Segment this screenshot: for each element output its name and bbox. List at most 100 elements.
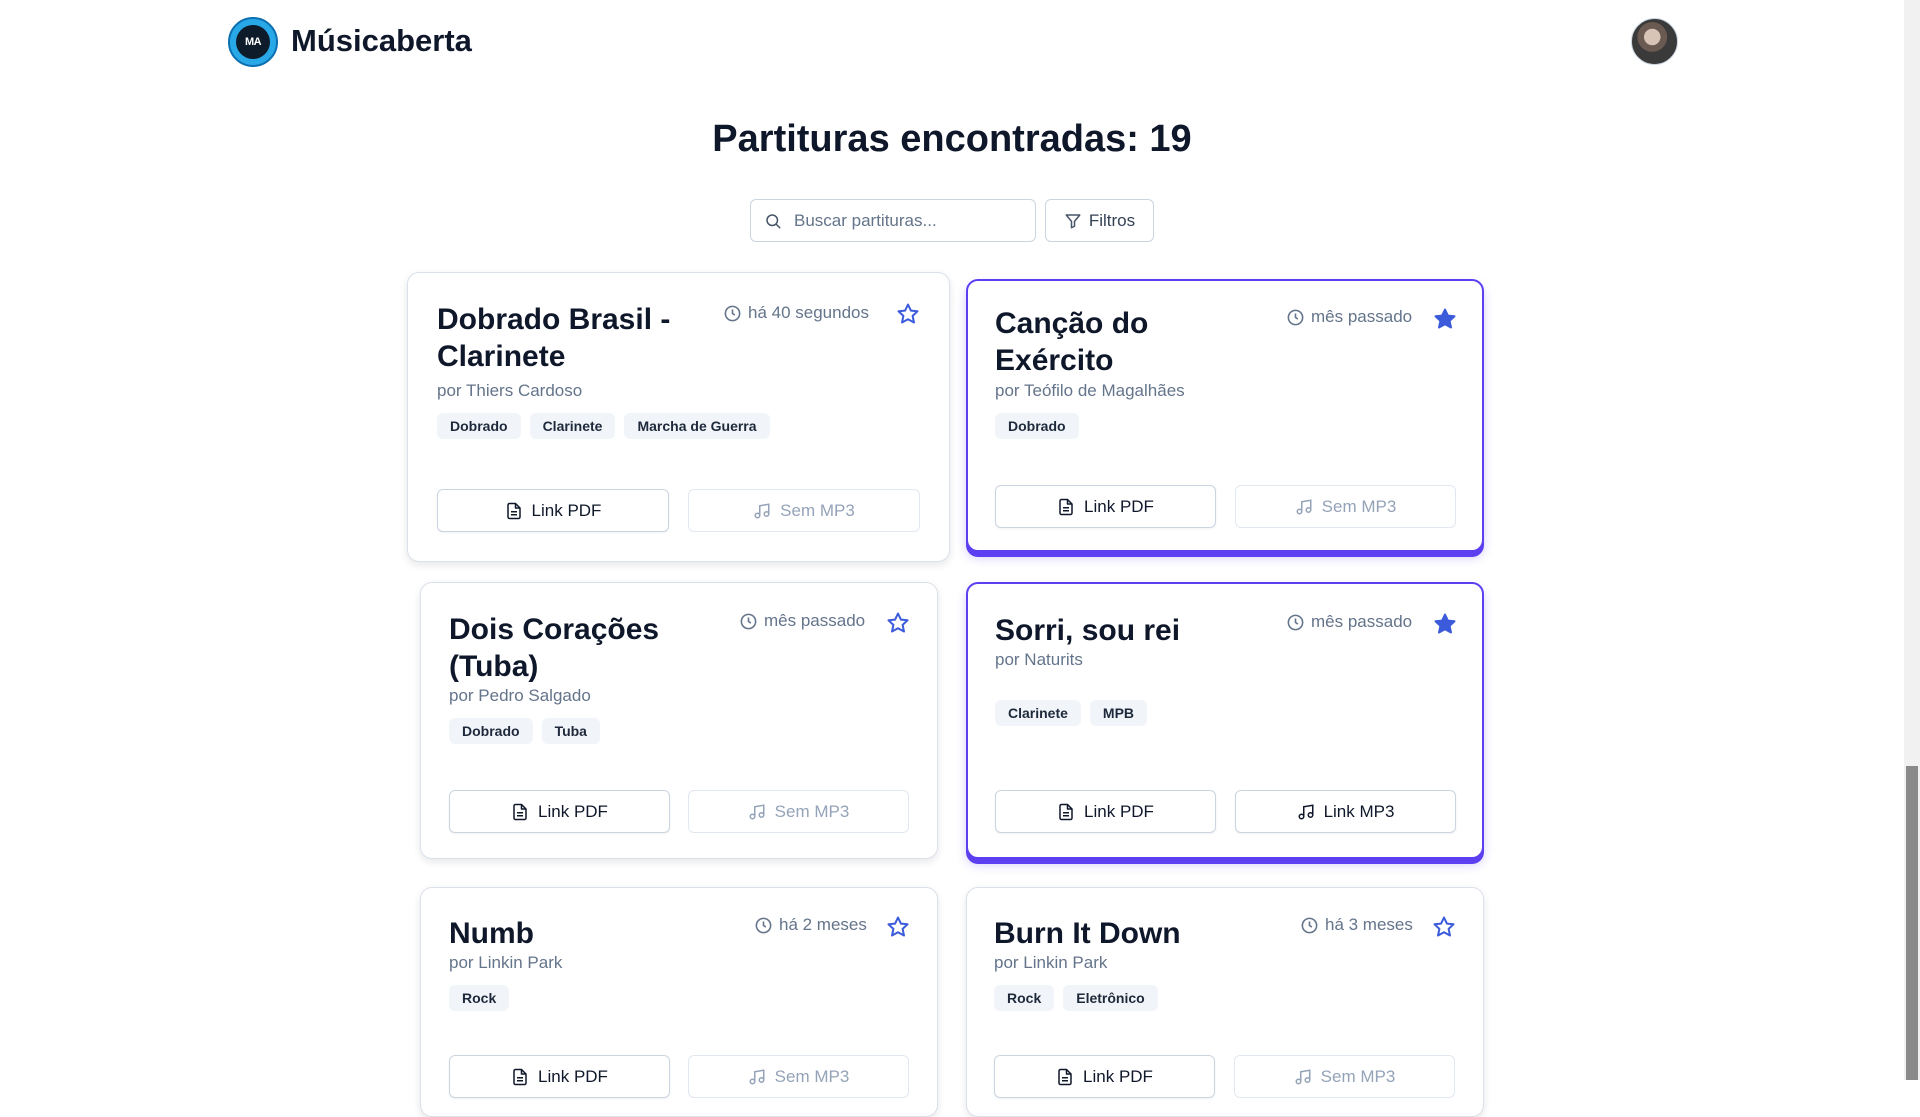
tag-list: Dobrado Tuba [449,718,600,744]
no-mp3-button: Sem MP3 [688,790,909,833]
filters-label: Filtros [1088,210,1136,230]
search-box[interactable] [750,199,1036,242]
card-timestamp: há 40 segundos [723,303,869,323]
app-title[interactable]: Músicaberta [291,20,472,62]
no-mp3-button: Sem MP3 [1234,1055,1455,1098]
music-note-icon [1296,498,1312,514]
pdf-link-button[interactable]: Link PDF [995,790,1216,833]
file-text-icon [1059,498,1073,515]
tag[interactable]: Dobrado [995,413,1079,439]
pdf-link-label: Link PDF [1083,1066,1153,1086]
favorite-star-button[interactable] [1430,304,1460,334]
clock-icon [1287,614,1304,630]
card-author: por Thiers Cardoso [437,381,583,400]
card-timestamp: mês passado [739,611,865,631]
card-title[interactable]: Sorri, sou rei [995,612,1275,649]
file-text-icon [1058,1068,1072,1085]
search-icon [766,213,781,228]
app-logo[interactable]: MA [228,17,278,67]
card-time-text: há 2 meses [779,915,867,934]
pdf-link-button[interactable]: Link PDF [449,790,670,833]
mp3-label: Sem MP3 [774,801,850,821]
card-time-text: mês passado [1311,307,1413,326]
pdf-link-button[interactable]: Link PDF [995,485,1216,528]
favorite-star-button[interactable] [883,608,913,638]
clock-icon [724,305,741,321]
tag[interactable]: Tuba [541,718,600,744]
favorite-star-button[interactable] [893,299,923,329]
card-time-text: mês passado [1311,612,1413,631]
tag[interactable]: Dobrado [449,718,533,744]
filters-button[interactable]: Filtros [1045,199,1154,242]
tag-list: Clarinete MPB [995,700,1148,726]
mp3-link-button[interactable]: Link MP3 [1235,790,1456,833]
music-note-icon [749,1068,765,1084]
user-avatar[interactable] [1631,18,1678,65]
pdf-link-label: Link PDF [531,500,602,520]
music-note-icon [1298,803,1314,819]
score-card: Numb há 2 meses por Linkin Park Rock Lin… [420,887,938,1117]
pdf-link-label: Link PDF [1084,801,1154,821]
card-timestamp: mês passado [1286,612,1412,632]
tag[interactable]: Dobrado [437,413,521,439]
page-title: Partituras encontradas: 19 [712,118,1192,160]
score-card: Sorri, sou rei mês passado por Naturits … [966,582,1484,859]
scrollbar-thumb[interactable] [1906,766,1918,1080]
card-author: por Teófilo de Magalhães [995,381,1185,400]
card-time-text: há 3 meses [1325,915,1413,934]
star-icon [1433,916,1455,937]
pdf-link-label: Link PDF [538,801,608,821]
card-time-text: há 40 segundos [748,303,869,322]
music-note-icon [749,803,765,819]
tag[interactable]: Marcha de Guerra [624,413,770,439]
mp3-label: Sem MP3 [774,1066,850,1086]
pdf-link-label: Link PDF [1084,496,1154,516]
no-mp3-button: Sem MP3 [688,1055,909,1098]
clock-icon [740,613,757,629]
card-title[interactable]: Numb [449,915,709,952]
star-icon [897,303,919,324]
top-bar: MA Músicaberta [0,0,1904,84]
card-title[interactable]: Dobrado Brasil - Clarinete [437,301,707,375]
favorite-star-button[interactable] [883,912,913,942]
tag[interactable]: Rock [449,985,510,1011]
tag[interactable]: Eletrônico [1063,985,1158,1011]
star-icon [1434,613,1456,634]
card-author: por Linkin Park [449,953,563,972]
card-title[interactable]: Canção do Exército [995,305,1255,379]
favorite-star-button[interactable] [1430,609,1460,639]
tag[interactable]: Clarinete [529,413,616,439]
card-title[interactable]: Dois Corações (Tuba) [449,611,709,685]
tag[interactable]: MPB [1089,700,1148,726]
clock-icon [755,917,772,933]
star-icon [887,916,909,937]
clock-icon [1301,917,1318,933]
music-note-icon [754,502,770,518]
mp3-label: Link MP3 [1323,801,1395,821]
tag-list: Rock [449,985,510,1011]
music-note-icon [1295,1068,1311,1084]
tag[interactable]: Clarinete [995,700,1081,726]
mp3-label: Sem MP3 [1320,1066,1396,1086]
tag-list: Rock Eletrônico [994,985,1158,1011]
card-title[interactable]: Burn It Down [994,915,1274,952]
file-text-icon [513,803,527,820]
mp3-label: Sem MP3 [1321,496,1397,516]
card-author: por Naturits [995,650,1083,669]
file-text-icon [506,502,521,519]
score-card: Dois Corações (Tuba) mês passado por Ped… [420,582,938,859]
logo-text: MA [236,25,270,59]
clock-icon [1287,309,1304,325]
pdf-link-button[interactable]: Link PDF [994,1055,1215,1098]
pdf-link-button[interactable]: Link PDF [437,489,669,532]
star-icon [1434,308,1456,329]
pdf-link-label: Link PDF [538,1066,608,1086]
tag[interactable]: Rock [994,985,1055,1011]
search-input[interactable] [792,209,1022,232]
filter-icon [1065,213,1081,228]
no-mp3-button: Sem MP3 [688,489,920,532]
pdf-link-button[interactable]: Link PDF [449,1055,670,1098]
no-mp3-button: Sem MP3 [1235,485,1456,528]
star-icon [887,612,909,633]
favorite-star-button[interactable] [1429,912,1459,942]
